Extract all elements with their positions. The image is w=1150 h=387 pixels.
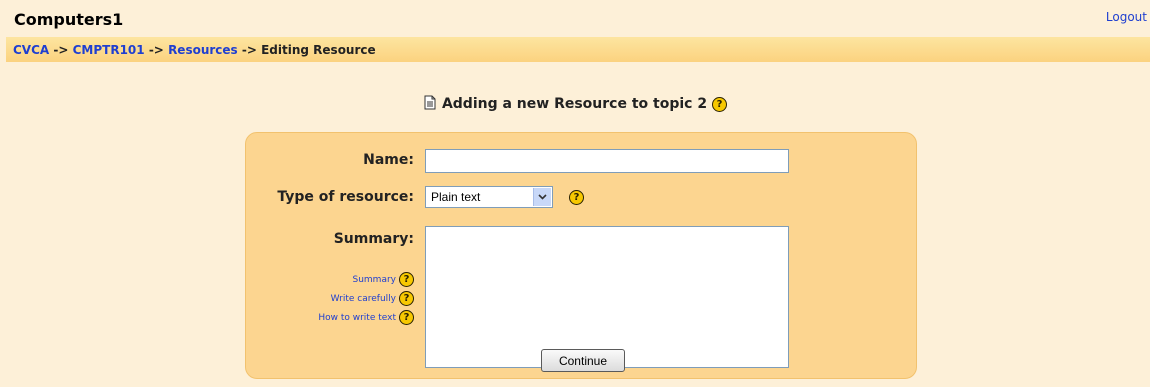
site-title: Computers1: [14, 10, 124, 29]
summary-textarea[interactable]: [425, 226, 789, 368]
breadcrumb: CVCA -> CMPTR101 -> Resources -> Editing…: [13, 43, 376, 57]
resource-form: Name: Type of resource: Plain text ? Sum…: [245, 132, 917, 379]
navbar: CVCA -> CMPTR101 -> Resources -> Editing…: [6, 37, 1150, 62]
help-link-row: Write carefully?: [318, 288, 414, 306]
page-heading: Adding a new Resource to topic 2?: [0, 95, 1150, 114]
help-link-how-to-write[interactable]: How to write text: [318, 313, 396, 323]
logout-link[interactable]: Logout: [1106, 10, 1147, 24]
name-label: Name:: [363, 152, 414, 168]
help-link-row: Summary?: [318, 269, 414, 287]
help-links: Summary? Write carefully? How to write t…: [318, 269, 414, 326]
help-link-row: How to write text?: [318, 307, 414, 325]
name-input[interactable]: [425, 149, 789, 173]
resource-type-value: Plain text: [431, 190, 481, 204]
help-icon[interactable]: ?: [399, 272, 414, 287]
breadcrumb-separator: ->: [53, 43, 69, 57]
help-link-summary[interactable]: Summary: [353, 275, 397, 285]
help-link-write-carefully[interactable]: Write carefully: [331, 294, 396, 304]
breadcrumb-course[interactable]: CMPTR101: [73, 43, 145, 57]
breadcrumb-separator: ->: [148, 43, 164, 57]
type-label: Type of resource:: [277, 189, 414, 205]
page-title: Adding a new Resource to topic 2: [441, 96, 708, 112]
continue-button[interactable]: Continue: [541, 349, 625, 372]
document-icon: [423, 95, 437, 114]
chevron-down-icon[interactable]: [533, 188, 551, 206]
breadcrumb-separator: ->: [241, 43, 257, 57]
help-icon[interactable]: ?: [569, 190, 584, 205]
summary-label: Summary:: [333, 231, 414, 247]
help-icon[interactable]: ?: [712, 96, 728, 112]
help-icon[interactable]: ?: [399, 310, 414, 325]
breadcrumb-cvca[interactable]: CVCA: [13, 43, 49, 57]
help-icon[interactable]: ?: [399, 291, 414, 306]
resource-type-select[interactable]: Plain text: [425, 186, 553, 208]
breadcrumb-resources[interactable]: Resources: [168, 43, 238, 57]
header: Computers1 Logout: [0, 0, 1150, 36]
breadcrumb-current: Editing Resource: [261, 43, 376, 57]
